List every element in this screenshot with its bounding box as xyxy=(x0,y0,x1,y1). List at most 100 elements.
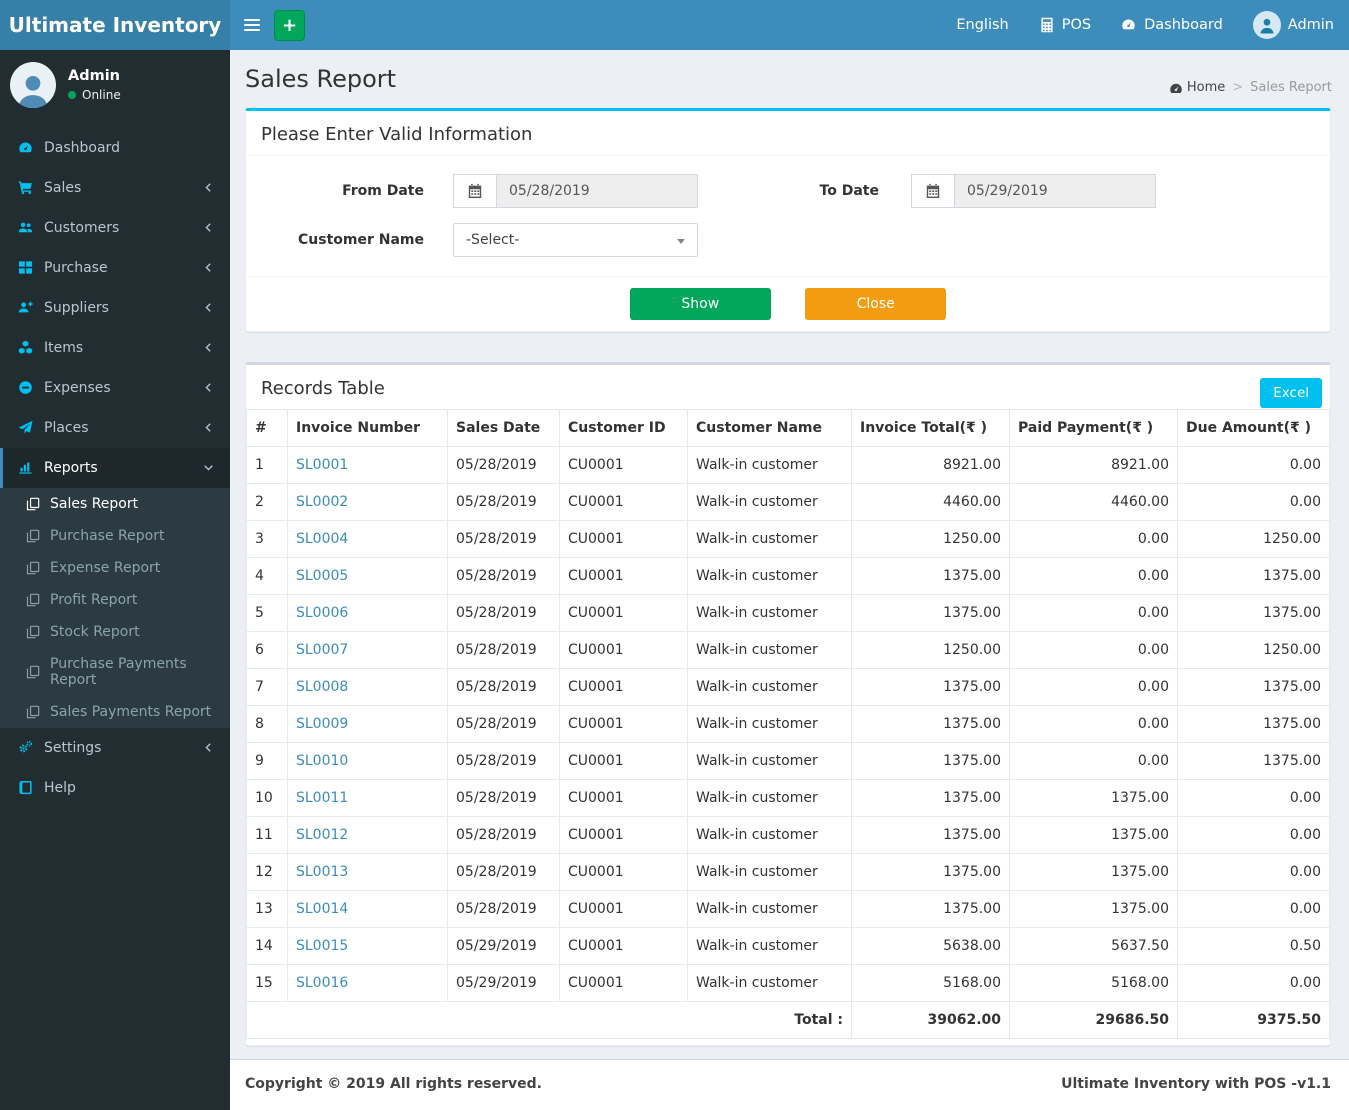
chevron-left-icon xyxy=(203,422,215,434)
table-cell: 0.00 xyxy=(1177,890,1330,928)
table-cell: 05/29/2019 xyxy=(447,927,560,965)
sidebar-item-label: Settings xyxy=(44,740,102,756)
table-cell: 1375.00 xyxy=(1177,705,1330,743)
invoice-link[interactable]: SL0002 xyxy=(296,494,348,510)
column-header: Customer Name xyxy=(687,409,852,447)
invoice-link[interactable]: SL0011 xyxy=(296,790,348,806)
filter-panel: Please Enter Valid Information From Date… xyxy=(245,108,1331,332)
table-cell: Walk-in customer xyxy=(687,483,852,521)
invoice-cell: SL0015 xyxy=(287,927,448,965)
table-cell: CU0001 xyxy=(559,594,688,632)
page-footer: Ultimate Inventory with POS -v1.1 Copyri… xyxy=(230,1059,1349,1110)
sidebar-subitem-purchase-payments-report[interactable]: Purchase Payments Report xyxy=(0,648,230,696)
table-cell: 5638.00 xyxy=(851,927,1010,965)
sidebar-subitem-profit-report[interactable]: Profit Report xyxy=(0,584,230,616)
sidebar-subitem-purchase-report[interactable]: Purchase Report xyxy=(0,520,230,552)
nav-item-label: Dashboard xyxy=(1144,17,1223,33)
invoice-cell: SL0001 xyxy=(287,446,448,484)
sidebar-toggle-button[interactable] xyxy=(230,0,274,50)
gauge-icon xyxy=(1121,17,1137,33)
sidebar-item-suppliers[interactable]: Suppliers xyxy=(0,288,230,328)
table-cell: 0.00 xyxy=(1009,705,1178,743)
sidebar-item-settings[interactable]: Settings xyxy=(0,728,230,768)
table-cell: CU0001 xyxy=(559,853,688,891)
breadcrumb-home[interactable]: Home xyxy=(1169,80,1225,95)
invoice-link[interactable]: SL0001 xyxy=(296,457,348,473)
table-row: 7 SL0008 05/28/2019 CU0001 Walk-in customer 1… xyxy=(246,668,1330,706)
nav-item-english[interactable]: English xyxy=(941,0,1023,50)
table-cell: 1375.00 xyxy=(851,779,1010,817)
customer-select[interactable]: -Select- xyxy=(453,223,698,257)
sidebar-item-label: Customers xyxy=(44,220,120,236)
invoice-link[interactable]: SL0013 xyxy=(296,864,348,880)
table-cell: 05/28/2019 xyxy=(447,816,560,854)
table-cell: 13 xyxy=(246,890,288,928)
online-dot-icon xyxy=(68,91,76,99)
invoice-cell: SL0005 xyxy=(287,557,448,595)
records-panel: Records Table Excel # Invoice Number Sales… xyxy=(245,362,1331,1046)
brand-logo[interactable]: Ultimate Inventory xyxy=(0,0,230,50)
invoice-link[interactable]: SL0015 xyxy=(296,938,348,954)
sidebar-item-customers[interactable]: Customers xyxy=(0,208,230,248)
breadcrumb: Home > Sales Report xyxy=(1169,80,1332,95)
table-cell: 8921.00 xyxy=(1009,446,1178,484)
table-cell: 5637.50 xyxy=(1009,927,1178,965)
invoice-link[interactable]: SL0014 xyxy=(296,901,348,917)
invoice-link[interactable]: SL0004 xyxy=(296,531,348,547)
invoice-link[interactable]: SL0016 xyxy=(296,975,348,991)
table-cell: 0.00 xyxy=(1177,779,1330,817)
table-cell: Walk-in customer xyxy=(687,668,852,706)
sidebar-subitem-expense-report[interactable]: Expense Report xyxy=(0,552,230,584)
sidebar-subitem-stock-report[interactable]: Stock Report xyxy=(0,616,230,648)
table-cell: 05/28/2019 xyxy=(447,594,560,632)
copy-icon xyxy=(26,665,41,680)
cubes-icon xyxy=(18,340,34,356)
sidebar-item-label: Purchase xyxy=(44,260,108,276)
invoice-link[interactable]: SL0007 xyxy=(296,642,348,658)
sidebar-item-items[interactable]: Items xyxy=(0,328,230,368)
sidebar-item-sales[interactable]: Sales xyxy=(0,168,230,208)
sidebar: Admin Online Dashboard Sales Customers Purc… xyxy=(0,50,230,1110)
table-cell: 0.00 xyxy=(1177,816,1330,854)
sidebar-item-expenses[interactable]: Expenses xyxy=(0,368,230,408)
show-button[interactable]: Show xyxy=(629,288,771,320)
table-row: 9 SL0010 05/28/2019 CU0001 Walk-in customer 1… xyxy=(246,742,1330,780)
table-cell: 05/28/2019 xyxy=(447,520,560,558)
sidebar-subitem-sales-payments-report[interactable]: Sales Payments Report xyxy=(0,696,230,728)
records-panel-header: Records Table Excel xyxy=(246,365,1330,409)
invoice-link[interactable]: SL0012 xyxy=(296,827,348,843)
sidebar-subitem-sales-report[interactable]: Sales Report xyxy=(0,488,230,520)
top-navbar: + English POS Dashboard Admin xyxy=(230,0,1349,50)
nav-item-admin[interactable]: Admin xyxy=(1238,0,1349,50)
table-cell: CU0001 xyxy=(559,446,688,484)
sidebar-item-reports[interactable]: Reports xyxy=(0,448,230,488)
sidebar-item-dashboard[interactable]: Dashboard xyxy=(0,128,230,168)
table-cell: 9 xyxy=(246,742,288,780)
sidebar-item-places[interactable]: Places xyxy=(0,408,230,448)
table-cell: 1375.00 xyxy=(851,853,1010,891)
table-cell: 1250.00 xyxy=(851,520,1010,558)
table-cell: 05/28/2019 xyxy=(447,446,560,484)
breadcrumb-current: Sales Report xyxy=(1250,80,1332,95)
from-date-input[interactable] xyxy=(496,174,698,208)
invoice-link[interactable]: SL0010 xyxy=(296,753,348,769)
invoice-link[interactable]: SL0006 xyxy=(296,605,348,621)
invoice-link[interactable]: SL0005 xyxy=(296,568,348,584)
sidebar-item-purchase[interactable]: Purchase xyxy=(0,248,230,288)
excel-export-button[interactable]: Excel xyxy=(1260,378,1322,408)
quick-add-button[interactable]: + xyxy=(274,9,305,41)
table-cell: 1375.00 xyxy=(851,557,1010,595)
close-button[interactable]: Close xyxy=(805,288,947,320)
sidebar-item-help[interactable]: Help xyxy=(0,768,230,808)
total-label: Total : xyxy=(246,1001,852,1039)
table-cell: CU0001 xyxy=(559,779,688,817)
table-cell: CU0001 xyxy=(559,668,688,706)
to-date-input[interactable] xyxy=(954,174,1156,208)
footer-version: Ultimate Inventory with POS -v1.1 xyxy=(1061,1076,1331,1092)
nav-item-dashboard[interactable]: Dashboard xyxy=(1106,0,1238,50)
calculator-icon xyxy=(1039,17,1055,33)
invoice-link[interactable]: SL0008 xyxy=(296,679,348,695)
table-row: 6 SL0007 05/28/2019 CU0001 Walk-in customer 1… xyxy=(246,631,1330,669)
invoice-link[interactable]: SL0009 xyxy=(296,716,348,732)
nav-item-pos[interactable]: POS xyxy=(1024,0,1106,50)
